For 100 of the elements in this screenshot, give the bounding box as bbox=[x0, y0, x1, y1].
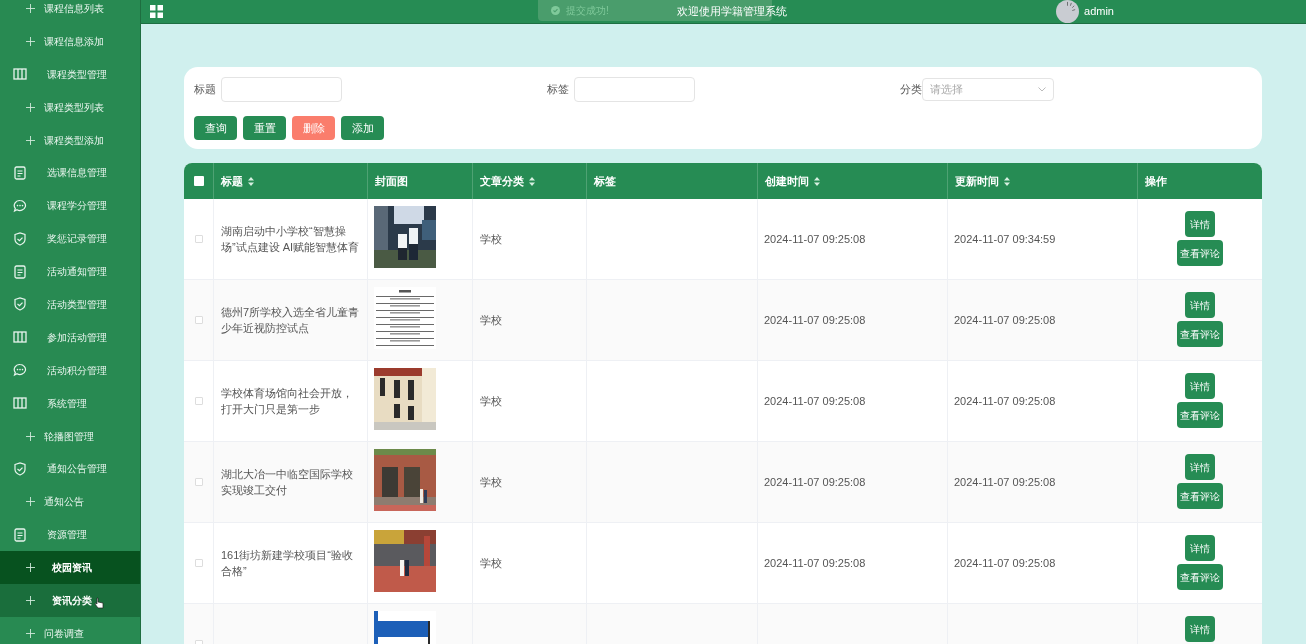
sidebar-item[interactable]: 通知公告管理 bbox=[0, 452, 140, 486]
avatar-icon[interactable] bbox=[1056, 0, 1080, 23]
select-placeholder: 请选择 bbox=[930, 82, 963, 98]
column-header: 标签 bbox=[594, 173, 616, 189]
sidebar-item[interactable]: 参加活动管理 bbox=[0, 320, 140, 354]
chevron-down-icon bbox=[1038, 87, 1046, 92]
sidebar-item[interactable]: 活动类型管理 bbox=[0, 288, 140, 321]
column-header[interactable]: 创建时间 bbox=[765, 172, 809, 190]
article-title: 湖北大冶一中临空国际学校实现竣工交付 bbox=[221, 467, 354, 498]
select-all-checkbox[interactable] bbox=[193, 176, 204, 186]
article-title: 学校体育场馆向社会开放，打开大门只是第一步 bbox=[221, 386, 354, 417]
details-button[interactable]: 详情 bbox=[1184, 292, 1215, 318]
sidebar-item[interactable]: 课程学分管理 bbox=[0, 189, 140, 223]
plus-icon bbox=[26, 431, 35, 441]
row-checkbox[interactable] bbox=[194, 316, 203, 324]
action-button[interactable]: 重置 bbox=[243, 116, 286, 140]
sort-icon[interactable] bbox=[814, 176, 820, 186]
column-header: 操作 bbox=[1145, 173, 1167, 189]
category-select[interactable]: 请选择 bbox=[922, 78, 1054, 101]
table-cell-text: 2024-11-07 09:25:08 bbox=[764, 312, 866, 328]
column-header[interactable]: 更新时间 bbox=[955, 172, 999, 190]
chat-icon bbox=[13, 363, 27, 378]
sidebar-item[interactable]: 课程信息添加 bbox=[0, 24, 140, 58]
plus-icon bbox=[26, 3, 35, 13]
columns-icon bbox=[13, 396, 27, 411]
field-label: 分类 bbox=[900, 82, 923, 98]
document-icon bbox=[13, 264, 27, 279]
grid-menu-icon[interactable] bbox=[150, 5, 163, 18]
document-icon bbox=[13, 165, 27, 180]
sidebar-item[interactable]: 选课信息管理 bbox=[0, 156, 140, 190]
field-label: 标签 bbox=[547, 82, 570, 98]
sort-icon[interactable] bbox=[529, 176, 535, 186]
sidebar-item[interactable]: 活动积分管理 bbox=[0, 353, 140, 387]
comments-button[interactable]: 查看评论 bbox=[1176, 321, 1223, 347]
plus-icon bbox=[26, 135, 35, 145]
details-button[interactable]: 详情 bbox=[1184, 211, 1215, 237]
sidebar-item[interactable]: 资源管理 bbox=[0, 518, 140, 552]
username[interactable]: admin bbox=[1084, 3, 1114, 20]
table-cell-text: 学校 bbox=[480, 231, 502, 247]
details-button[interactable]: 详情 bbox=[1184, 454, 1215, 480]
action-button[interactable]: 删除 bbox=[292, 116, 335, 140]
row-checkbox[interactable] bbox=[194, 235, 203, 243]
table-cell-text: 2024-11-07 09:34:59 bbox=[954, 231, 1056, 247]
plus-icon bbox=[26, 497, 35, 507]
table-cell-text: 2024-11-07 09:25:08 bbox=[954, 555, 1056, 571]
sidebar-item[interactable]: 课程类型添加 bbox=[0, 123, 140, 157]
comments-button[interactable]: 查看评论 bbox=[1176, 402, 1223, 428]
column-header[interactable]: 标题 bbox=[221, 172, 243, 190]
sidebar-item[interactable]: 轮播图管理 bbox=[0, 419, 140, 453]
table-cell-text: 2024-11-07 09:25:08 bbox=[764, 231, 866, 247]
table-cell-text: 学校 bbox=[480, 393, 502, 409]
row-checkbox[interactable] bbox=[194, 559, 203, 567]
text-field[interactable] bbox=[221, 77, 342, 102]
shield-icon bbox=[13, 231, 27, 246]
sidebar-item[interactable]: 问卷调查 bbox=[0, 616, 140, 644]
table-cell-text: 2024-11-07 09:25:08 bbox=[954, 393, 1056, 409]
action-button[interactable]: 查询 bbox=[194, 116, 237, 140]
row-checkbox[interactable] bbox=[194, 478, 203, 486]
sidebar-item[interactable]: 系统管理 bbox=[0, 386, 140, 420]
chat-icon bbox=[13, 198, 27, 213]
plus-icon bbox=[26, 102, 35, 112]
column-header: 封面图 bbox=[375, 173, 408, 189]
sidebar-item[interactable]: 校园资讯 bbox=[0, 551, 140, 585]
details-button[interactable]: 详情 bbox=[1184, 616, 1215, 642]
article-title: 161街坊新建学校项目“验收合格” bbox=[221, 548, 355, 579]
plus-icon bbox=[26, 563, 35, 573]
pointer-cursor-icon bbox=[94, 597, 104, 610]
check-circle-icon bbox=[551, 6, 560, 15]
plus-icon bbox=[26, 595, 35, 605]
sidebar-item[interactable]: 课程类型管理 bbox=[0, 57, 140, 91]
sidebar-item[interactable]: 课程类型列表 bbox=[0, 90, 140, 124]
shield-icon bbox=[13, 461, 27, 476]
sort-icon[interactable] bbox=[248, 176, 254, 186]
sidebar-item[interactable]: 资讯分类 bbox=[0, 584, 140, 617]
columns-icon bbox=[13, 330, 27, 345]
article-title: 湖南启动中小学校“智慧操场”试点建设 AI赋能智慧体育 bbox=[221, 224, 360, 255]
table-cell-text: 2024-11-07 09:25:08 bbox=[764, 393, 866, 409]
shield-icon bbox=[13, 297, 27, 312]
table-cell-text: 2024-11-07 09:25:08 bbox=[764, 474, 866, 490]
table-cell-text: 2024-11-07 09:25:08 bbox=[764, 555, 866, 571]
column-header[interactable]: 文章分类 bbox=[480, 172, 524, 190]
sidebar-item[interactable]: 奖惩记录管理 bbox=[0, 222, 140, 256]
sidebar-item[interactable]: 通知公告 bbox=[0, 485, 140, 519]
plus-icon bbox=[26, 628, 35, 638]
text-field[interactable] bbox=[574, 77, 695, 102]
table-cell-text: 2024-11-07 09:25:08 bbox=[954, 474, 1056, 490]
sidebar-item[interactable]: 活动通知管理 bbox=[0, 255, 140, 288]
columns-icon bbox=[13, 67, 27, 82]
row-checkbox[interactable] bbox=[194, 397, 203, 405]
sort-icon[interactable] bbox=[1004, 176, 1010, 186]
plus-icon bbox=[26, 36, 35, 46]
details-button[interactable]: 详情 bbox=[1184, 535, 1215, 561]
details-button[interactable]: 详情 bbox=[1184, 373, 1215, 399]
table-cell-text: 学校 bbox=[480, 474, 502, 490]
table-cell-text: 学校 bbox=[480, 555, 502, 571]
action-button[interactable]: 添加 bbox=[341, 116, 384, 140]
comments-button[interactable]: 查看评论 bbox=[1176, 483, 1223, 509]
comments-button[interactable]: 查看评论 bbox=[1176, 564, 1223, 590]
comments-button[interactable]: 查看评论 bbox=[1176, 240, 1223, 266]
sidebar-item[interactable]: 课程信息列表 bbox=[0, 0, 140, 25]
